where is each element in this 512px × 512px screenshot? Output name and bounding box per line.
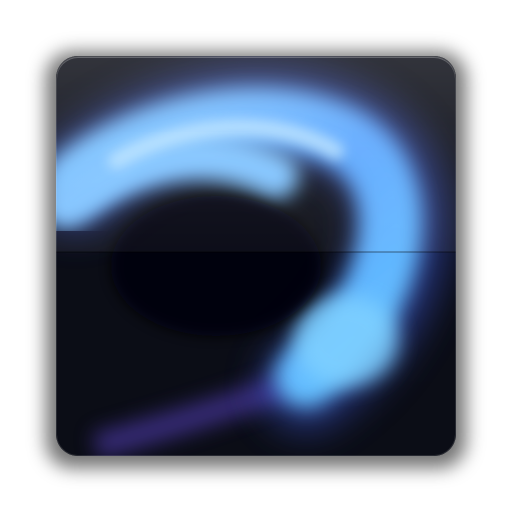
gloss-divider — [56, 251, 456, 253]
app-icon-tile[interactable] — [56, 56, 456, 456]
swirl-tail-glow — [294, 296, 398, 386]
glass-gloss-overlay — [56, 56, 456, 252]
icon-stage — [0, 0, 512, 512]
